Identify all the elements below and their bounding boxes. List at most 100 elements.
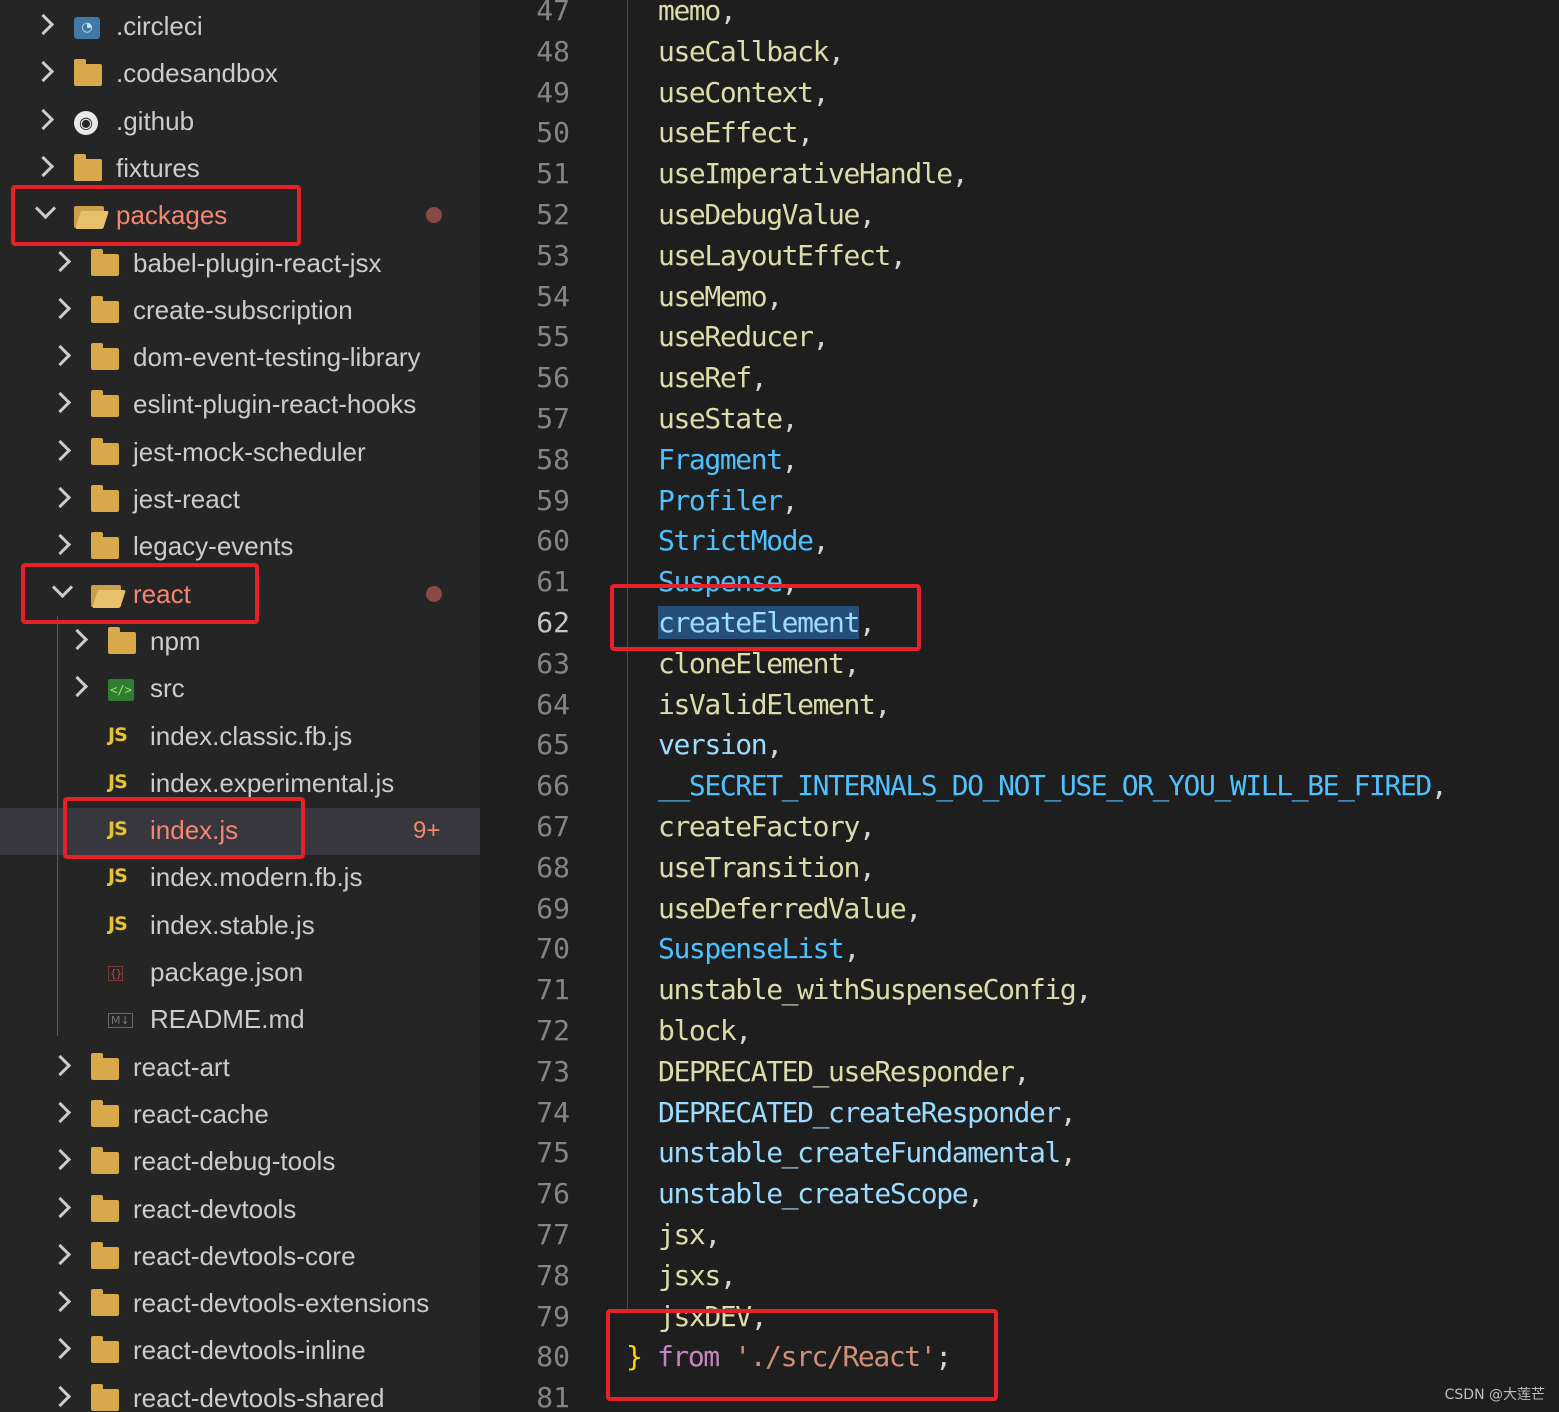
chevron-right-icon[interactable]: [49, 1054, 72, 1076]
tree-folder[interactable]: react-cache: [0, 1092, 480, 1139]
code-line[interactable]: 74 DEPRECATED_createResponder,: [480, 1094, 1559, 1135]
json-file-icon: {}: [108, 966, 124, 981]
code-line[interactable]: 70 SuspenseList,: [480, 930, 1559, 971]
code-text: __SECRET_INTERNALS_DO_NOT_USE_OR_YOU_WIL…: [658, 769, 1448, 803]
chevron-right-icon[interactable]: [49, 250, 72, 272]
chevron-right-icon[interactable]: [49, 1243, 72, 1265]
tree-folder[interactable]: npm: [0, 619, 480, 666]
code-line[interactable]: 73 DEPRECATED_useResponder,: [480, 1053, 1559, 1094]
chevron-right-icon[interactable]: [49, 1101, 72, 1123]
code-line[interactable]: 54 useMemo,: [480, 278, 1559, 319]
folder-icon: [108, 626, 136, 654]
code-editor[interactable]: 47 memo, 48 useCallback, 49 useContext, 50 useE…: [480, 0, 1559, 1412]
line-number: 54: [536, 279, 570, 313]
code-line[interactable]: 53 useLayoutEffect,: [480, 237, 1559, 278]
code-line[interactable]: 72 block,: [480, 1012, 1559, 1053]
chevron-right-icon[interactable]: [49, 392, 72, 414]
code-text: createFactory,: [658, 810, 876, 843]
tree-folder[interactable]: react-devtools: [0, 1187, 480, 1234]
chevron-right-icon[interactable]: [32, 155, 55, 177]
tree-file[interactable]: {} package.json: [0, 950, 480, 997]
line-number: 63: [536, 646, 570, 680]
code-line[interactable]: 77 jsx,: [480, 1216, 1559, 1257]
tree-file[interactable]: M↓ README.md: [0, 997, 480, 1044]
line-number: 66: [536, 769, 570, 803]
code-line[interactable]: 67 createFactory,: [480, 808, 1559, 849]
tree-item-label: react-debug-tools: [133, 1146, 336, 1177]
code-text: memo,: [658, 0, 737, 27]
code-line[interactable]: 50 useEffect,: [480, 114, 1559, 155]
chevron-right-icon[interactable]: [49, 486, 72, 509]
github-folder-icon: ◉: [74, 110, 98, 135]
code-line[interactable]: 55 useReducer,: [480, 318, 1559, 359]
code-line[interactable]: 51 useImperativeHandle,: [480, 155, 1559, 196]
tree-file[interactable]: JS index.stable.js: [0, 903, 480, 950]
chevron-right-icon[interactable]: [32, 13, 55, 36]
chevron-right-icon[interactable]: [32, 108, 55, 130]
tree-folder[interactable]: react-devtools-core: [0, 1234, 480, 1281]
code-line[interactable]: 58 Fragment,: [480, 441, 1559, 482]
code-line[interactable]: 49 useContext,: [480, 74, 1559, 115]
code-line[interactable]: 64 isValidElement,: [480, 686, 1559, 727]
code-line[interactable]: 47 memo,: [480, 0, 1559, 33]
tree-folder[interactable]: react-devtools-shared: [0, 1376, 480, 1412]
tree-item-label: react-devtools: [133, 1193, 297, 1224]
chevron-right-icon[interactable]: [49, 1290, 72, 1313]
tree-folder[interactable]: create-subscription: [0, 288, 480, 335]
tree-folder[interactable]: jest-mock-scheduler: [0, 430, 480, 477]
tree-item-label: legacy-events: [133, 531, 294, 562]
code-line[interactable]: 68 useTransition,: [480, 849, 1559, 890]
line-number: 51: [536, 157, 570, 191]
tree-folder[interactable]: react-debug-tools: [0, 1139, 480, 1186]
chevron-right-icon[interactable]: [49, 439, 72, 461]
chevron-right-icon[interactable]: [49, 1385, 72, 1407]
code-text: Fragment,: [658, 442, 799, 476]
chevron-right-icon[interactable]: [49, 534, 72, 556]
code-line[interactable]: 57 useState,: [480, 400, 1559, 441]
code-line[interactable]: 76 unstable_createScope,: [480, 1175, 1559, 1216]
code-text: unstable_createFundamental,: [658, 1136, 1077, 1170]
tree-folder[interactable]: eslint-plugin-react-hooks: [0, 382, 480, 429]
tree-folder[interactable]: jest-react: [0, 477, 480, 524]
tree-folder[interactable]: react-art: [0, 1045, 480, 1092]
tree-folder[interactable]: react-devtools-extensions: [0, 1281, 480, 1328]
code-line[interactable]: 78 jsxs,: [480, 1257, 1559, 1298]
chevron-right-icon[interactable]: [49, 297, 72, 319]
chevron-right-icon[interactable]: [49, 1149, 72, 1171]
code-line[interactable]: 48 useCallback,: [480, 33, 1559, 74]
chevron-right-icon[interactable]: [32, 61, 55, 83]
chevron-right-icon[interactable]: [49, 1196, 72, 1218]
chevron-right-icon[interactable]: [66, 628, 89, 650]
tree-folder[interactable]: </> src: [0, 666, 480, 713]
line-number: 77: [536, 1218, 570, 1251]
code-text: useDebugValue,: [658, 198, 876, 231]
highlight-box-react: [21, 563, 259, 624]
code-line[interactable]: 66 __SECRET_INTERNALS_DO_NOT_USE_OR_YOU_W…: [480, 767, 1559, 808]
code-text: jsx,: [658, 1218, 721, 1251]
line-number: 53: [536, 238, 570, 272]
code-line[interactable]: 75 unstable_createFundamental,: [480, 1134, 1559, 1175]
tree-folder[interactable]: ◔ .circleci: [0, 4, 480, 51]
tree-folder[interactable]: ◉ .github: [0, 99, 480, 146]
code-line[interactable]: 65 version,: [480, 726, 1559, 767]
tree-item-label: dom-event-testing-library: [133, 342, 421, 373]
tree-file[interactable]: JS index.classic.fb.js: [0, 714, 480, 761]
code-line[interactable]: 60 StrictMode,: [480, 522, 1559, 563]
src-folder-icon: </>: [108, 679, 134, 702]
code-line[interactable]: 59 Profiler,: [480, 482, 1559, 523]
code-line[interactable]: 69 useDeferredValue,: [480, 890, 1559, 931]
code-line[interactable]: 71 unstable_withSuspenseConfig,: [480, 971, 1559, 1012]
chevron-right-icon[interactable]: [49, 1338, 72, 1360]
code-line[interactable]: 52 useDebugValue,: [480, 196, 1559, 237]
code-line[interactable]: 56 useRef,: [480, 359, 1559, 400]
code-text: useEffect,: [658, 116, 814, 150]
code-text: useReducer,: [658, 320, 829, 354]
chevron-right-icon[interactable]: [49, 344, 72, 367]
tree-folder[interactable]: babel-plugin-react-jsx: [0, 241, 480, 288]
chevron-right-icon[interactable]: [66, 676, 89, 698]
tree-folder[interactable]: dom-event-testing-library: [0, 335, 480, 382]
tree-folder[interactable]: .codesandbox: [0, 51, 480, 98]
tree-folder[interactable]: react-devtools-inline: [0, 1328, 480, 1375]
tree-file[interactable]: JS index.modern.fb.js: [0, 855, 480, 902]
line-number: 68: [536, 850, 570, 884]
